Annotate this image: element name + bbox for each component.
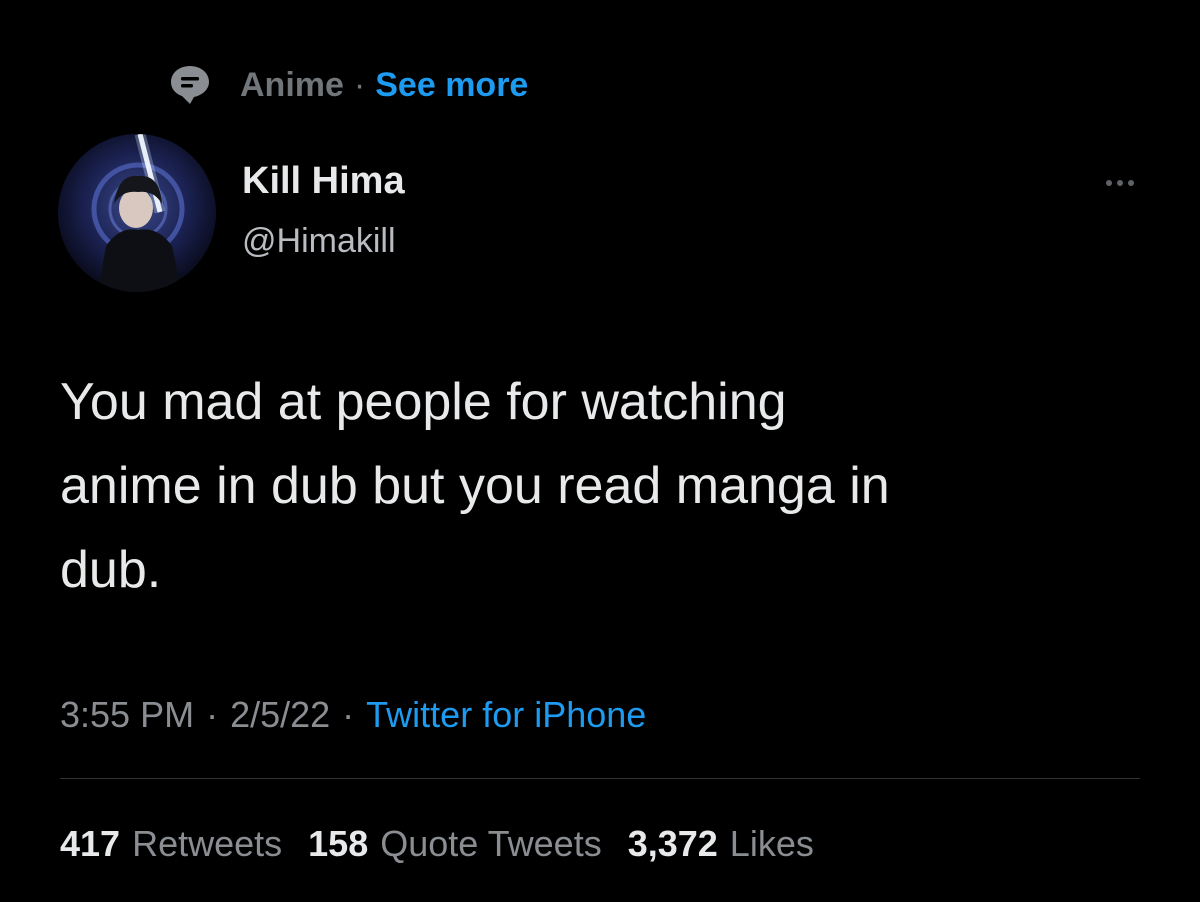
tweet-time[interactable]: 3:55 PM — [60, 694, 194, 736]
quote-tweets-label: Quote Tweets — [380, 823, 602, 864]
likes-stat[interactable]: 3,372 Likes — [628, 823, 814, 865]
engagement-stats-row: 417 Retweets 158 Quote Tweets 3,372 Like… — [60, 816, 840, 872]
divider — [60, 778, 1140, 779]
quote-tweets-count: 158 — [308, 823, 369, 864]
tweet-source-link[interactable]: Twitter for iPhone — [366, 694, 646, 736]
tweet-text: You mad at people for watching anime in … — [60, 360, 1150, 612]
tweet-text-line: You mad at people for watching — [60, 373, 787, 431]
topic-speech-bubble-icon — [168, 63, 212, 107]
meta-separator: · — [342, 694, 355, 735]
topic-label[interactable]: Anime — [240, 66, 344, 105]
retweets-label: Retweets — [132, 823, 283, 864]
more-options-button[interactable] — [1090, 168, 1150, 198]
author-handle[interactable]: @Himakill — [242, 222, 396, 261]
retweets-stat[interactable]: 417 Retweets — [60, 823, 282, 865]
author-display-name[interactable]: Kill Hima — [242, 160, 405, 203]
quote-tweets-stat[interactable]: 158 Quote Tweets — [308, 823, 602, 865]
more-dot-icon — [1106, 180, 1112, 186]
avatar[interactable] — [58, 134, 216, 292]
tweet-text-line: anime in dub but you read manga in — [60, 457, 890, 515]
retweets-count: 417 — [60, 823, 121, 864]
meta-separator: · — [206, 694, 219, 735]
tweet-meta-row: 3:55 PM · 2/5/22 · Twitter for iPhone — [60, 690, 646, 740]
more-dot-icon — [1128, 180, 1134, 186]
tweet-text-line: dub. — [60, 541, 162, 599]
likes-label: Likes — [729, 823, 814, 864]
see-more-link[interactable]: See more — [375, 66, 528, 105]
topic-context-row: Anime · See more — [168, 60, 528, 110]
topic-separator: · — [353, 65, 366, 104]
more-dot-icon — [1117, 180, 1123, 186]
likes-count: 3,372 — [627, 823, 718, 864]
tweet-date[interactable]: 2/5/22 — [230, 694, 330, 736]
